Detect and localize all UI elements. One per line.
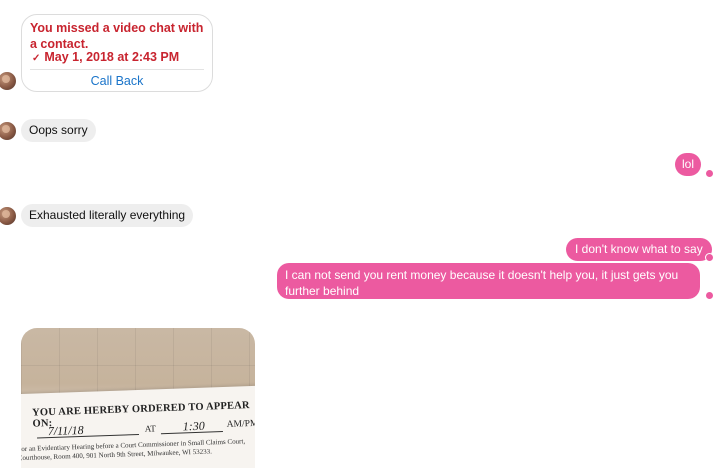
notice-ampm: AM/PM	[226, 418, 255, 430]
incoming-message[interactable]: Exhausted literally everything	[21, 204, 194, 227]
contact-avatar[interactable]	[0, 207, 16, 225]
photo-attachment[interactable]: YOU ARE HEREBY ORDERED TO APPEAR ON: 7/1…	[21, 328, 255, 468]
notice-at: AT	[144, 423, 156, 434]
seen-indicator-icon	[706, 292, 713, 299]
call-back-button[interactable]: Call Back	[22, 74, 212, 88]
missed-call-title: You missed a video chat with a contact.	[30, 21, 204, 51]
contact-avatar[interactable]	[0, 122, 16, 140]
check-icon: ✓	[32, 53, 41, 64]
outgoing-message[interactable]: lol	[675, 153, 702, 176]
seen-indicator-icon	[706, 254, 713, 261]
missed-call-date: ✓ May 1, 2018 at 2:43 PM	[32, 50, 179, 64]
outgoing-message[interactable]: I don't know what to say	[566, 238, 712, 261]
seen-indicator-icon	[706, 170, 713, 177]
incoming-message[interactable]: Oops sorry	[21, 119, 96, 142]
card-divider	[30, 69, 204, 70]
contact-avatar[interactable]	[0, 72, 16, 90]
missed-video-chat-card: You missed a video chat with a contact. …	[21, 14, 213, 92]
missed-call-date-text: May 1, 2018 at 2:43 PM	[44, 50, 180, 64]
outgoing-message[interactable]: I can not send you rent money because it…	[277, 263, 700, 299]
